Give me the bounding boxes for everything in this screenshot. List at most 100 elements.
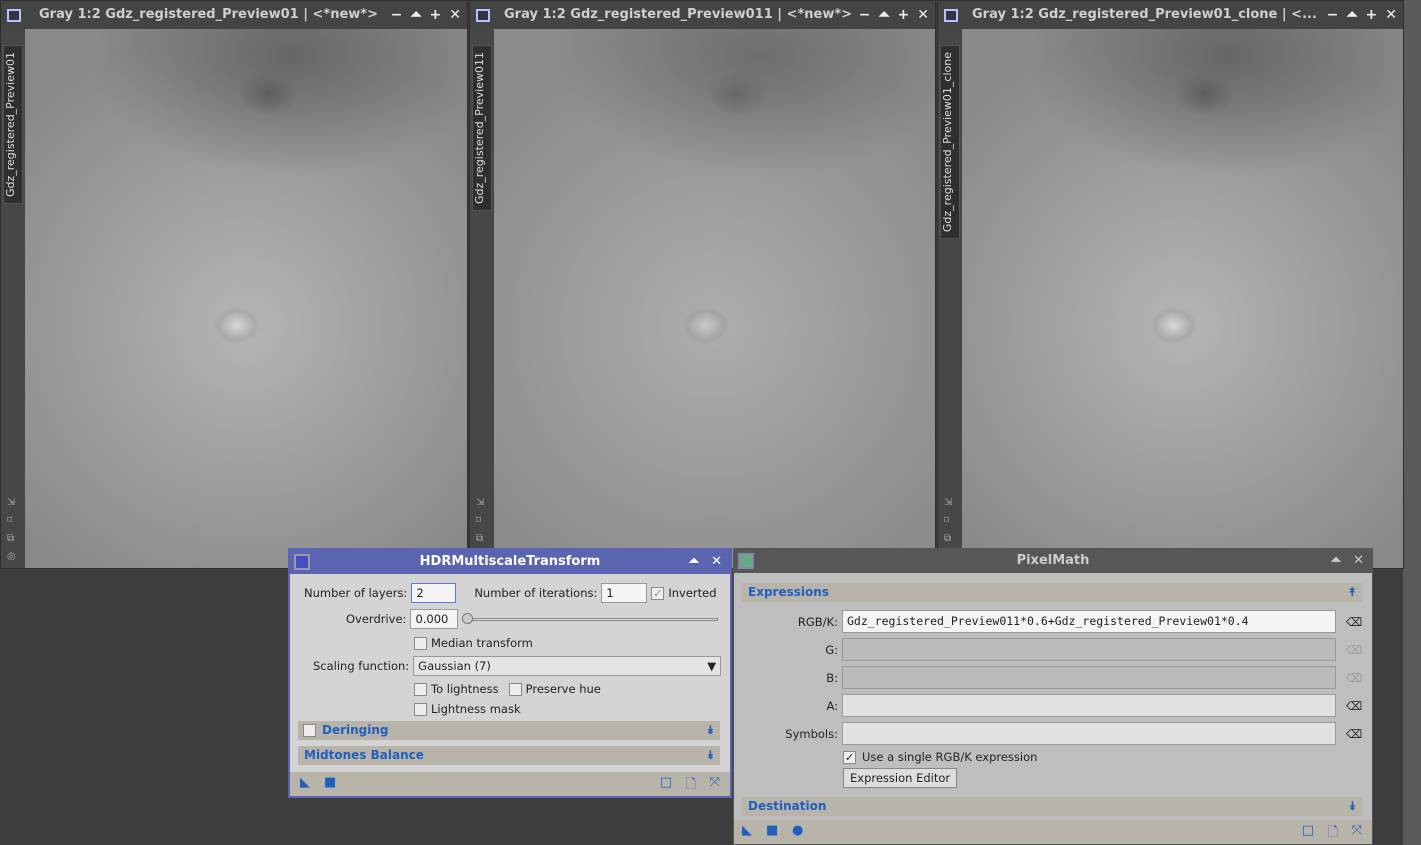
process-icon — [738, 553, 754, 569]
image-window-1[interactable]: Gray 1:2 Gdz_registered_Preview01 | <*ne… — [0, 0, 468, 569]
document-icon[interactable]: 🗋 — [686, 775, 696, 797]
symbols-field[interactable] — [842, 722, 1336, 745]
clone-icon[interactable]: ⧉ — [7, 533, 14, 544]
midtones-balance-section[interactable]: Midtones Balance ⯯ — [298, 746, 720, 765]
clear-icon[interactable]: ⌫ — [1346, 727, 1362, 741]
view-tab[interactable]: Gdz_registered_Preview011 — [472, 45, 492, 212]
maximize-icon[interactable]: + — [430, 1, 442, 29]
overdrive-slider[interactable] — [462, 613, 719, 625]
new-instance-icon[interactable]: ◣ — [300, 775, 310, 790]
close-icon[interactable]: ✕ — [449, 1, 461, 29]
dialog-title: HDRMultiscaleTransform — [419, 554, 601, 569]
target-icon[interactable]: ◎ — [7, 551, 16, 562]
shade-icon[interactable]: ⏶ — [1331, 549, 1341, 573]
symbols-label: Symbols: — [785, 726, 838, 741]
moon-image[interactable] — [962, 29, 1403, 568]
maximize-icon[interactable]: + — [1366, 1, 1378, 29]
overdrive-label: Overdrive: — [346, 612, 407, 626]
title-bar[interactable]: Gray 1:2 Gdz_registered_Preview011 | <*n… — [470, 1, 935, 29]
clear-icon[interactable]: ⌫ — [1346, 699, 1362, 713]
close-icon[interactable]: ✕ — [1385, 1, 1397, 29]
hdr-multiscale-transform-dialog[interactable]: HDRMultiscaleTransform ⏶ ✕ Number of laye… — [288, 548, 732, 798]
close-icon[interactable]: ✕ — [711, 550, 722, 574]
moon-image[interactable] — [25, 29, 467, 568]
clear-icon[interactable]: ⌫ — [1346, 615, 1362, 629]
view-tab[interactable]: Gdz_registered_Preview01_clone — [940, 45, 960, 240]
a-label: A: — [826, 698, 838, 713]
expand-icon[interactable]: ⯯ — [1349, 797, 1356, 816]
collapse-icon[interactable]: ⯭ — [1349, 583, 1356, 602]
expand-icon[interactable]: ⯯ — [707, 746, 714, 765]
workspace-background — [1403, 0, 1421, 845]
arrow-icon[interactable]: ⇲ — [476, 497, 484, 508]
inverted-checkbox[interactable]: ✓ — [651, 586, 665, 600]
moon-image[interactable] — [494, 29, 935, 568]
reset-icon[interactable]: ⤧ — [1352, 823, 1362, 838]
iterations-spinbox[interactable]: 1 — [601, 583, 648, 603]
median-label: Median transform — [431, 636, 533, 650]
clone-icon[interactable]: ⧉ — [944, 533, 951, 544]
window-icon — [476, 9, 490, 22]
scaling-label: Scaling function: — [313, 659, 410, 673]
shade-icon[interactable]: ⏶ — [689, 550, 699, 574]
shade-icon[interactable]: ⏶ — [1346, 1, 1357, 29]
dialog-footer: ◣ ■ ● □ 🗋 ⤧ — [734, 820, 1372, 844]
rgbk-expression-field[interactable]: Gdz_registered_Preview011*0.6+Gdz_regist… — [842, 610, 1336, 633]
view-tab[interactable]: Gdz_registered_Preview01 — [3, 45, 23, 205]
minimize-icon[interactable]: − — [859, 1, 871, 29]
dialog-title-bar[interactable]: HDRMultiscaleTransform ⏶ ✕ — [290, 550, 730, 574]
median-transform-checkbox[interactable] — [414, 636, 427, 650]
reset-icon[interactable]: ⤧ — [710, 775, 720, 790]
minimize-icon[interactable]: − — [1327, 1, 1339, 29]
preserve-hue-label: Preserve hue — [525, 682, 601, 696]
image-window-2[interactable]: Gray 1:2 Gdz_registered_Preview011 | <*n… — [469, 0, 936, 569]
title-bar[interactable]: Gray 1:2 Gdz_registered_Preview01_clone … — [938, 1, 1403, 29]
arrow-icon[interactable]: ⇲ — [944, 497, 952, 508]
b-label: B: — [826, 670, 838, 685]
title-bar[interactable]: Gray 1:2 Gdz_registered_Preview01 | <*ne… — [1, 1, 467, 29]
preview-icon[interactable]: □ — [660, 775, 672, 790]
deringing-section[interactable]: Deringing ⯯ — [298, 721, 720, 740]
apply-global-icon[interactable]: ■ — [766, 823, 778, 838]
overdrive-field[interactable]: 0.000 — [410, 609, 459, 629]
fit-icon[interactable]: ⌑ — [7, 515, 12, 526]
destination-section[interactable]: Destination ⯯ — [742, 797, 1362, 816]
maximize-icon[interactable]: + — [898, 1, 910, 29]
lightness-mask-checkbox[interactable] — [414, 702, 427, 716]
clear-icon: ⌫ — [1346, 670, 1363, 685]
layers-label: Number of layers: — [304, 586, 408, 600]
apply-icon[interactable]: ● — [792, 823, 803, 838]
expression-editor-button[interactable]: Expression Editor — [843, 768, 958, 788]
arrow-icon[interactable]: ⇲ — [7, 497, 15, 508]
clear-icon: ⌫ — [1346, 642, 1363, 657]
layers-spinbox[interactable]: 2 — [411, 583, 457, 603]
shade-icon[interactable]: ⏶ — [410, 1, 421, 29]
fit-icon[interactable]: ⌑ — [944, 515, 949, 526]
preview-icon[interactable]: □ — [1302, 823, 1314, 838]
preserve-hue-checkbox[interactable] — [508, 682, 522, 696]
view-tab-strip: Gdz_registered_Preview01 ⇲ ⌑ ⧉ ◎ — [1, 29, 25, 568]
expressions-section[interactable]: Expressions ⯭ — [742, 583, 1362, 602]
close-icon[interactable]: ✕ — [1353, 549, 1364, 573]
shade-icon[interactable]: ⏶ — [878, 1, 889, 29]
image-window-3[interactable]: Gray 1:2 Gdz_registered_Preview01_clone … — [937, 0, 1404, 569]
window-title: Gray 1:2 Gdz_registered_Preview01 | <*ne… — [39, 7, 378, 22]
close-icon[interactable]: ✕ — [917, 1, 929, 29]
to-lightness-checkbox[interactable] — [414, 682, 427, 696]
apply-global-icon[interactable]: ■ — [324, 775, 336, 790]
deringing-checkbox[interactable] — [303, 724, 316, 737]
clone-icon[interactable]: ⧉ — [476, 533, 483, 544]
document-icon[interactable]: 🗋 — [1328, 823, 1338, 845]
lightness-mask-label: Lightness mask — [431, 702, 521, 716]
expand-icon[interactable]: ⯯ — [707, 721, 714, 740]
fit-icon[interactable]: ⌑ — [476, 515, 481, 526]
scaling-function-select[interactable]: Gaussian (7) ▼ — [413, 656, 722, 676]
dialog-title-bar[interactable]: PixelMath ⏶ ✕ — [734, 549, 1372, 573]
view-tab-strip: Gdz_registered_Preview01_clone ⇲ ⌑ ⧉ — [938, 29, 962, 568]
inverted-label: Inverted — [668, 586, 717, 600]
new-instance-icon[interactable]: ◣ — [742, 823, 752, 838]
minimize-icon[interactable]: − — [391, 1, 403, 29]
pixelmath-dialog[interactable]: PixelMath ⏶ ✕ Expressions ⯭ RGB/K: Gdz_regi… — [733, 548, 1373, 845]
a-expression-field[interactable] — [842, 694, 1336, 717]
single-expression-checkbox[interactable]: ✓ — [843, 750, 856, 764]
